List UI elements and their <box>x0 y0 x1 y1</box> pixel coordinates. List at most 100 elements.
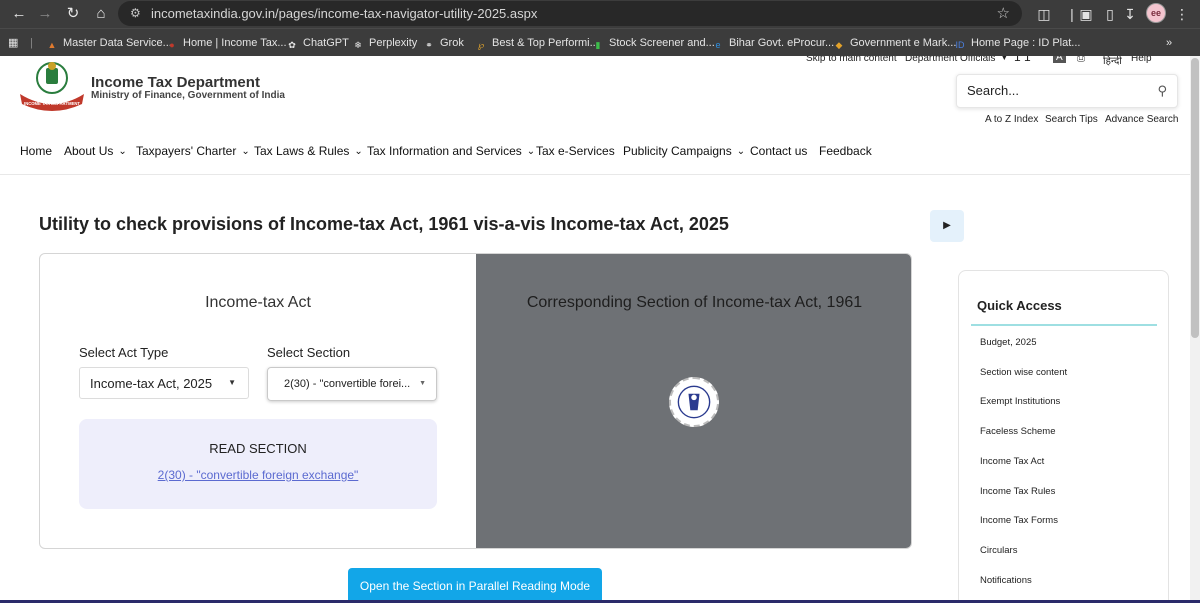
nav-item[interactable]: Tax e-Services <box>536 144 615 158</box>
quick-access-item[interactable]: Faceless Scheme <box>980 426 1056 437</box>
bars-icon: ▮ <box>595 40 601 50</box>
quick-access-item[interactable]: Income Tax Act <box>980 456 1044 467</box>
chevron-down-icon: ⌄ <box>354 146 363 157</box>
advance-search-link[interactable]: Advance Search <box>1105 114 1178 125</box>
chevron-down-icon: ⌄ <box>526 146 536 157</box>
quick-access-item[interactable]: Section wise content <box>980 367 1067 378</box>
quick-access-item[interactable]: Income Tax Forms <box>980 515 1058 526</box>
nav-item[interactable]: Tax Information and Services ⌄ <box>367 144 535 158</box>
quick-access-item[interactable]: Budget, 2025 <box>980 337 1037 348</box>
right-pane: Corresponding Section of Income-tax Act,… <box>476 254 911 548</box>
bookmark-item[interactable]: ✿ ChatGPT <box>286 35 349 51</box>
url-text[interactable]: incometaxindia.gov.in/pages/income-tax-n… <box>151 6 537 21</box>
reload-icon[interactable]: ↻ <box>62 3 84 25</box>
a-to-z-link[interactable]: A to Z Index <box>985 114 1038 125</box>
home-icon[interactable]: ⌂ <box>90 3 112 25</box>
nav-item[interactable]: Tax Laws & Rules ⌄ <box>254 144 363 158</box>
profile-avatar[interactable]: ee <box>1146 3 1166 23</box>
nav-item[interactable]: Contact us <box>750 144 807 158</box>
ministry-name: Ministry of Finance, Government of India <box>91 90 285 101</box>
extensions-icon[interactable]: ◫ <box>1034 4 1054 24</box>
site-info-icon[interactable]: ⚙ <box>130 6 141 20</box>
bookmark-label: Best & Top Performi... <box>492 37 599 49</box>
nav-item-label: Feedback <box>819 144 872 158</box>
expand-panel-button[interactable]: ▶ <box>930 210 964 242</box>
section-value: 2(30) - "convertible forei... <box>284 378 411 390</box>
page-title: Utility to check provisions of Income-ta… <box>39 214 729 234</box>
logo-ribbon-text: INCOME TAX DEPARTMENT <box>24 101 80 106</box>
act-type-select[interactable]: Income-tax Act, 2025 ▼ <box>79 367 249 399</box>
bookmark-item[interactable]: ▲ Master Data Service... <box>46 35 172 51</box>
scrollbar-thumb[interactable] <box>1191 58 1199 338</box>
officials-dropdown[interactable]: Department Officials ▼ <box>905 56 1008 64</box>
font-size-control[interactable]: 1 1 <box>1014 56 1031 64</box>
bookmark-star-icon[interactable]: ☆ <box>997 4 1010 22</box>
bookmark-label: Bihar Govt. eProcur... <box>729 37 835 49</box>
grok-icon: ⚭ <box>425 40 433 50</box>
read-section-heading: READ SECTION <box>209 441 307 456</box>
bookmark-item[interactable]: ● Home | Income Tax... <box>166 35 286 51</box>
search-icon[interactable]: ⚲ <box>1157 83 1167 99</box>
act-type-value: Income-tax Act, 2025 <box>90 376 213 391</box>
section-label: Select Section <box>267 345 351 360</box>
search-input[interactable] <box>967 83 1147 98</box>
contrast-toggle[interactable]: A <box>1053 56 1066 63</box>
print-icon[interactable]: ⎙ <box>1077 56 1085 64</box>
bookmark-label: Master Data Service... <box>63 37 172 49</box>
bookmark-label: Home Page : ID Plat... <box>971 37 1081 49</box>
chevron-down-icon: ⌄ <box>241 146 250 157</box>
nav-item-label: Home <box>20 144 53 158</box>
notification-icon[interactable]: ▯ <box>1100 4 1120 24</box>
bookmark-label: Government e Mark... <box>850 37 957 49</box>
menu-dots-icon[interactable]: ⋮ <box>1172 4 1192 24</box>
caret-down-icon: ▼ <box>228 378 236 387</box>
read-section-link[interactable]: 2(30) - "convertible foreign exchange" <box>79 468 437 482</box>
nav-item-label: About Us <box>64 144 114 158</box>
back-arrow-icon[interactable]: ← <box>8 3 30 25</box>
page-scrollbar[interactable] <box>1190 56 1200 603</box>
chevron-down-icon: ⌄ <box>736 146 746 157</box>
nav-item[interactable]: Taxpayers' Charter ⌄ <box>136 144 250 158</box>
itd-icon: ● <box>169 40 175 50</box>
hindi-link[interactable]: हिन्दी <box>1103 56 1122 67</box>
main-nav: Home About Us ⌄ Taxpayers' Charter ⌄ Tax Laws… <box>0 144 1190 164</box>
quick-access-title: Quick Access <box>977 298 1062 313</box>
more-bookmarks-icon[interactable]: » <box>1166 35 1172 51</box>
bookmark-item[interactable]: ▮ Stock Screener and... <box>592 35 715 51</box>
edge-icon: e <box>715 40 721 50</box>
chatgpt-icon: ✿ <box>288 40 296 50</box>
quick-access-item[interactable]: Income Tax Rules <box>980 486 1055 497</box>
download-icon[interactable]: ↧ <box>1120 4 1140 24</box>
parallel-reading-button[interactable]: Open the Section in Parallel Reading Mod… <box>348 568 602 603</box>
apps-grid-icon[interactable]: ▦ <box>8 35 18 51</box>
quick-access-item[interactable]: Notifications <box>980 575 1032 586</box>
nav-item[interactable]: Feedback <box>819 144 872 158</box>
bookmark-item[interactable]: ◆ Government e Mark... <box>833 35 957 51</box>
play-right-icon: ▶ <box>943 220 951 231</box>
address-bar[interactable]: ⚙ incometaxindia.gov.in/pages/income-tax… <box>118 1 1022 26</box>
bookmark-item[interactable]: ℘ Best & Top Performi... <box>475 35 599 51</box>
nav-item-label: Tax Laws & Rules <box>254 144 350 158</box>
quick-access-item[interactable]: Exempt Institutions <box>980 396 1060 407</box>
bookmark-item[interactable]: e Bihar Govt. eProcur... <box>712 35 834 51</box>
quick-access-item[interactable]: Circulars <box>980 545 1017 556</box>
dept-name: Income Tax Department <box>91 74 260 91</box>
screenshot-icon[interactable]: ▣ <box>1076 4 1096 24</box>
nav-item-label: Taxpayers' Charter <box>136 144 237 158</box>
search-tips-link[interactable]: Search Tips <box>1045 114 1098 125</box>
forward-arrow-icon[interactable]: → <box>34 3 56 25</box>
bookmark-item[interactable]: ❄ Perplexity <box>352 35 417 51</box>
skip-link[interactable]: Skip to main content <box>806 56 897 64</box>
nav-item-label: Contact us <box>750 144 808 158</box>
help-link[interactable]: Help <box>1131 56 1152 64</box>
section-select[interactable]: 2(30) - "convertible forei... ▼ <box>267 367 437 401</box>
nav-item[interactable]: Publicity Campaigns ⌄ <box>623 144 745 158</box>
nav-item[interactable]: Home <box>20 144 52 158</box>
nav-item-label: Tax Information and Services <box>367 144 522 158</box>
act-type-label: Select Act Type <box>79 345 169 360</box>
bookmark-item[interactable]: ⚭ Grok <box>423 35 464 51</box>
officials-label: Department Officials <box>905 56 996 64</box>
nav-item[interactable]: About Us ⌄ <box>64 144 127 158</box>
bookmark-item[interactable]: ID Home Page : ID Plat... <box>954 35 1081 51</box>
id-icon: ID <box>955 40 965 50</box>
